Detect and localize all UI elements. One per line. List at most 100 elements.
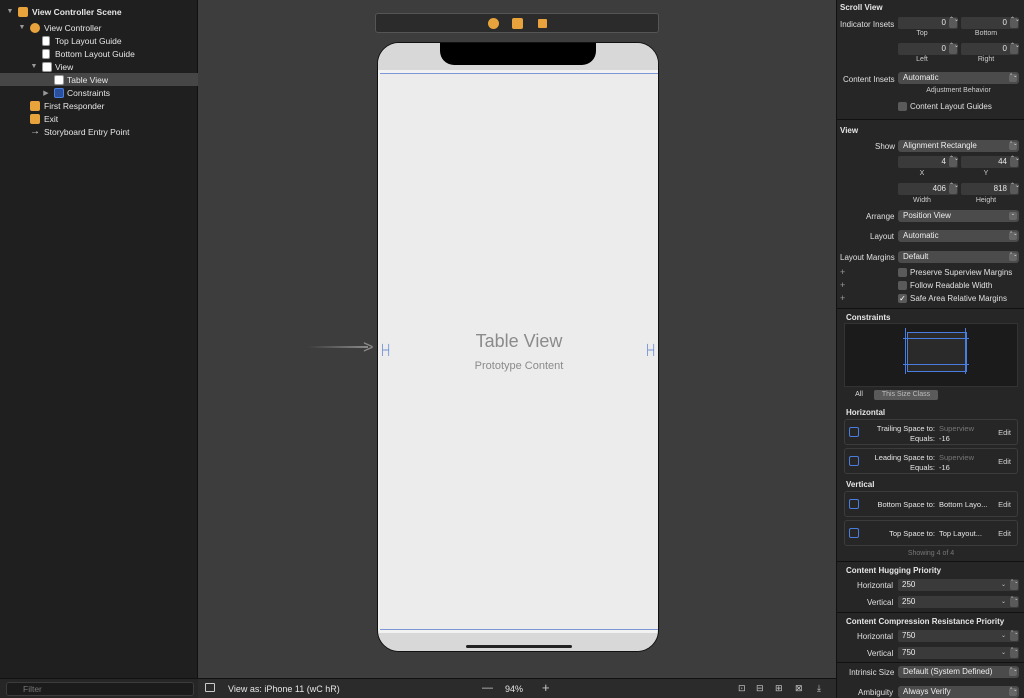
content-layout-guides-checkbox[interactable] (898, 102, 907, 111)
preserve-superview-margins-checkbox[interactable] (898, 268, 907, 277)
segment-this-size-class[interactable]: This Size Class (874, 390, 938, 400)
layout-margins-popup[interactable]: Default ⌃⌄ (898, 251, 1019, 263)
home-indicator (466, 645, 572, 648)
compression-vertical-field[interactable]: 750 ⌄ ⌃⌄ (898, 647, 1019, 659)
add-constraints-icon[interactable]: ⊞ (775, 683, 783, 694)
stepper-icon[interactable]: ⌃⌄ (1010, 580, 1018, 590)
constraints-icon (54, 87, 64, 98)
outline-item-exit[interactable]: Exit (0, 112, 198, 125)
constraint-top[interactable]: Top Space to: Top Layout... Edit (844, 520, 1018, 546)
view-as-device-button[interactable]: View as: iPhone 11 (wC hR) (228, 684, 340, 694)
compression-horizontal-label: Horizontal (857, 632, 894, 641)
sidebar-toggle-icon[interactable] (205, 683, 215, 692)
constraint-leading[interactable]: Leading Space to: Superview Equals: -16 … (844, 448, 1018, 474)
dropdown-chevron-icon[interactable]: ⌄ (1001, 630, 1006, 642)
show-popup[interactable]: Alignment Rectangle ⌃⌄ (898, 140, 1019, 152)
embed-in-icon[interactable]: ⤓ (817, 683, 821, 694)
outline-item-bottom-layout-guide[interactable]: Bottom Layout Guide (0, 47, 198, 60)
zoom-out-icon[interactable]: — (482, 682, 493, 694)
outline-item-view-controller[interactable]: ▼ View Controller (0, 21, 198, 34)
width-field[interactable]: 406 ⌃⌄ (898, 183, 959, 195)
outline-item-view[interactable]: ▼ View (0, 60, 198, 73)
update-frames-icon[interactable]: ⊡ (738, 683, 746, 694)
constraint-bottom[interactable]: Bottom Space to: Bottom Layo... Edit (844, 491, 1018, 517)
stepper-icon[interactable]: ⌃⌄ (1010, 597, 1018, 607)
inset-left-field[interactable]: 0 ⌃⌄ (898, 43, 959, 55)
add-variation-icon[interactable]: + (840, 267, 845, 277)
trailing-constraint-marker-icon: ├┤ (644, 345, 657, 356)
stepper-icon[interactable]: ⌃⌄ (949, 183, 959, 194)
disclosure-triangle-icon[interactable]: ▶ (42, 89, 50, 97)
hugging-vertical-field[interactable]: 250 ⌄ ⌃⌄ (898, 596, 1019, 608)
inset-right-field[interactable]: 0 ⌃⌄ (961, 43, 1020, 55)
section-header-hugging: Content Hugging Priority (846, 566, 942, 575)
inset-bottom-field[interactable]: 0 ⌃⌄ (961, 17, 1020, 29)
first-responder-icon[interactable] (512, 18, 523, 29)
stepper-icon[interactable]: ⌃⌄ (1010, 631, 1018, 641)
constraint-trailing[interactable]: Trailing Space to: Superview Equals: -16… (844, 419, 1018, 445)
edit-button[interactable]: Edit (998, 428, 1011, 437)
divider (837, 561, 1024, 562)
y-field[interactable]: 44 ⌃⌄ (961, 156, 1020, 168)
follow-readable-width-checkbox[interactable] (898, 281, 907, 290)
stepper-icon[interactable]: ⌃⌄ (949, 43, 959, 54)
safe-area-relative-margins-checkbox[interactable]: ✓ (898, 294, 907, 303)
intrinsic-size-popup[interactable]: Default (System Defined) ⌃⌄ (898, 666, 1019, 678)
outline-item-top-layout-guide[interactable]: Top Layout Guide (0, 34, 198, 47)
disclosure-triangle-icon[interactable]: ▼ (30, 63, 38, 70)
document-outline: ▼ View Controller Scene ▼ View Controlle… (0, 0, 198, 698)
resolve-issues-icon[interactable]: ⊠ (795, 683, 803, 694)
stepper-icon[interactable]: ⌃⌄ (1010, 183, 1020, 194)
inset-top-field[interactable]: 0 ⌃⌄ (898, 17, 959, 29)
x-field[interactable]: 4 ⌃⌄ (898, 156, 959, 168)
constraint-trailing-icon (849, 427, 859, 437)
content-insets-popup[interactable]: Automatic ⌃⌄ (898, 72, 1019, 84)
home-indicator-area (378, 633, 658, 651)
adjustment-behavior-caption: Adjustment Behavior (926, 87, 991, 94)
section-header-scroll-view: Scroll View (840, 3, 883, 12)
disclosure-triangle-icon[interactable]: ▼ (6, 8, 14, 15)
content-layout-guides-label: Content Layout Guides (910, 102, 992, 111)
add-variation-icon[interactable]: + (840, 280, 845, 290)
view-controller-icon[interactable] (488, 18, 499, 29)
dropdown-chevron-icon[interactable]: ⌄ (1001, 596, 1006, 608)
outline-item-table-view[interactable]: Table View (0, 73, 198, 86)
outline-item-label: Constraints (67, 87, 110, 98)
edit-button[interactable]: Edit (998, 529, 1011, 538)
stepper-icon[interactable]: ⌃⌄ (949, 156, 959, 167)
add-variation-icon[interactable]: + (840, 293, 845, 303)
stepper-icon[interactable]: ⌃⌄ (1010, 17, 1020, 28)
stepper-icon[interactable]: ⌃⌄ (1010, 648, 1018, 658)
zoom-in-icon[interactable]: + (542, 680, 550, 695)
stepper-icon[interactable]: ⌃⌄ (1010, 156, 1020, 167)
height-field[interactable]: 818 ⌃⌄ (961, 183, 1020, 195)
constraint-label: Top Space to: (889, 529, 935, 538)
disclosure-triangle-icon[interactable]: ▼ (18, 24, 26, 31)
stepper-icon[interactable]: ⌃⌄ (1010, 43, 1020, 54)
filter-input[interactable]: Filter (6, 682, 194, 696)
compression-horizontal-field[interactable]: 750 ⌄ ⌃⌄ (898, 630, 1019, 642)
outline-item-first-responder[interactable]: First Responder (0, 99, 198, 112)
outline-item-constraints[interactable]: ▶ Constraints (0, 86, 198, 99)
arrange-popup[interactable]: Position View ⌄ (898, 210, 1019, 222)
outline-filter-bar: ≡ Filter (0, 678, 198, 698)
stepper-icon[interactable]: ⌃⌄ (949, 17, 959, 28)
edit-button[interactable]: Edit (998, 500, 1011, 509)
outline-item-storyboard-entry-point[interactable]: → Storyboard Entry Point (0, 125, 198, 138)
width-caption: Width (913, 197, 931, 204)
outline-item-label: First Responder (44, 100, 105, 111)
dropdown-chevron-icon[interactable]: ⌄ (1001, 647, 1006, 659)
edit-button[interactable]: Edit (998, 457, 1011, 466)
ambiguity-popup[interactable]: Always Verify ⌃⌄ (898, 686, 1019, 698)
dropdown-chevron-icon[interactable]: ⌄ (1001, 579, 1006, 591)
align-icon[interactable]: ⊟ (756, 683, 764, 694)
segment-all[interactable]: All (847, 390, 871, 400)
hugging-horizontal-field[interactable]: 250 ⌄ ⌃⌄ (898, 579, 1019, 591)
content-insets-label: Content Insets (843, 75, 895, 84)
layout-popup[interactable]: Automatic ⌃⌄ (898, 230, 1019, 242)
storyboard-canvas[interactable]: > Table View Prototype Content ├┤ ├┤ (198, 0, 836, 678)
outline-item-view-controller-scene[interactable]: ▼ View Controller Scene (0, 5, 198, 18)
table-view-subtitle: Prototype Content (474, 360, 564, 372)
outline-item-label: View Controller Scene (32, 6, 122, 17)
exit-icon[interactable] (537, 18, 548, 29)
